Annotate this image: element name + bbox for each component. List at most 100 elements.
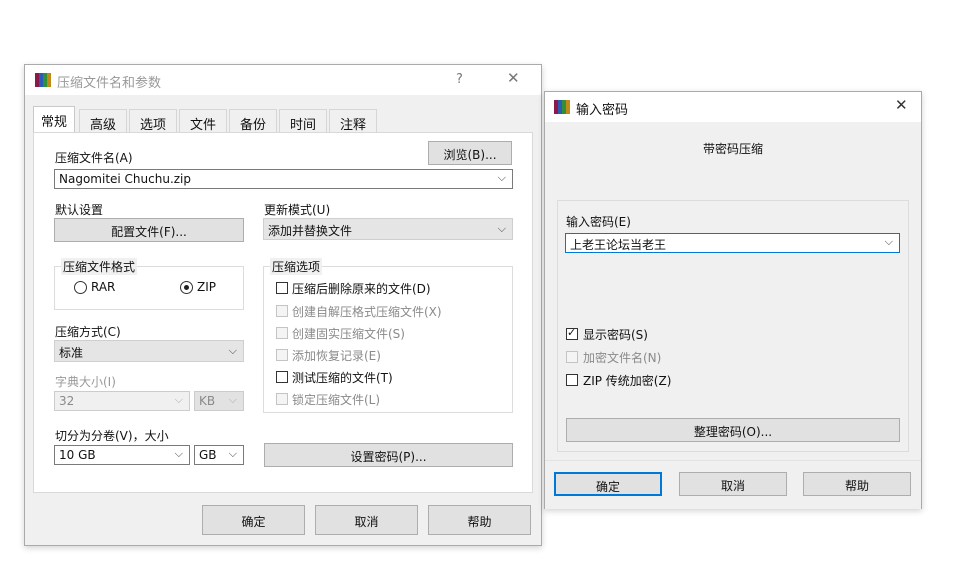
archive-format-label: 压缩文件格式 [61, 258, 138, 275]
archive-options-label: 压缩选项 [270, 258, 323, 275]
chevron-down-icon[interactable]: ⌵ [175, 393, 183, 407]
cancel-button[interactable]: 取消 [315, 505, 418, 535]
winrar-books-icon [554, 99, 570, 115]
archive-name-value: Nagomitei Chuchu.zip [59, 172, 192, 186]
organize-passwords-button[interactable]: 整理密码(O)... [566, 418, 900, 442]
chevron-down-icon[interactable]: ⌵ [498, 222, 506, 236]
update-mode-select[interactable]: 添加并替换文件 ⌵ [263, 218, 513, 240]
tab-general[interactable]: 常规 [33, 106, 75, 133]
help-icon[interactable]: ? [456, 72, 463, 87]
encrypt-filenames-label: 加密文件名(N) [583, 351, 662, 365]
chevron-down-icon[interactable]: ⌵ [229, 393, 237, 407]
archive-name-input[interactable]: Nagomitei Chuchu.zip ⌵ [54, 169, 513, 189]
compression-method-label: 压缩方式(C) [55, 325, 121, 339]
delete-after-label: 压缩后删除原来的文件(D) [292, 282, 431, 296]
checkmark-icon: ✓ [567, 326, 577, 339]
password-ok-button-label: 确定 [595, 480, 620, 494]
dictionary-unit-select[interactable]: KB ⌵ [194, 391, 244, 411]
chevron-down-icon[interactable]: ⌵ [175, 447, 183, 461]
profiles-button[interactable]: 配置文件(F)... [54, 218, 244, 242]
radio-selected-dot [184, 285, 189, 290]
tab-label: 常规 [40, 115, 67, 130]
help-button[interactable]: 帮助 [428, 505, 531, 535]
chevron-down-icon[interactable]: ⌵ [229, 447, 237, 461]
test-files-label: 测试压缩的文件(T) [292, 371, 393, 385]
tab-label: 文件 [189, 118, 216, 133]
split-size-input[interactable]: 10 GB ⌵ [54, 445, 190, 465]
chevron-down-icon[interactable]: ⌵ [885, 235, 893, 249]
winrar-books-icon [35, 72, 51, 88]
help-button-label: 帮助 [467, 515, 492, 529]
lock-archive-label: 锁定压缩文件(L) [292, 393, 381, 407]
zip-legacy-checkbox[interactable] [566, 374, 578, 386]
dictionary-size-value: 32 [59, 394, 75, 408]
profiles-button-label: 配置文件(F)... [111, 225, 187, 239]
tab-label: 时间 [289, 118, 316, 133]
enter-password-dialog: 输入密码 ✕ 带密码压缩 输入密码(E) 上老王论坛当老王 ⌵ ✓ 显示密码(S)… [544, 91, 922, 509]
archive-name-label: 压缩文件名(A) [55, 151, 133, 165]
browse-button-label: 浏览(B)... [443, 148, 497, 162]
radio-zip-label: ZIP [197, 280, 216, 294]
password-label: 输入密码(E) [566, 215, 631, 229]
dialog-titlebar[interactable]: 压缩文件名和参数 ? ✕ [25, 65, 541, 95]
tab-comment[interactable]: 注释 [329, 109, 377, 133]
dialog-titlebar[interactable]: 输入密码 ✕ [545, 92, 921, 122]
radio-rar[interactable] [74, 281, 87, 294]
dialog-title: 输入密码 [576, 103, 629, 118]
dictionary-unit-value: KB [199, 394, 216, 408]
compression-method-select[interactable]: 标准 ⌵ [54, 340, 244, 362]
dictionary-size-select[interactable]: 32 ⌵ [54, 391, 190, 411]
tab-time[interactable]: 时间 [279, 109, 327, 133]
radio-rar-label: RAR [91, 280, 116, 294]
chevron-down-icon[interactable]: ⌵ [229, 344, 237, 358]
recovery-record-label: 添加恢复记录(E) [292, 349, 381, 363]
sfx-label: 创建自解压格式压缩文件(X) [292, 305, 442, 319]
tab-label: 高级 [89, 118, 116, 133]
sfx-checkbox[interactable] [276, 305, 288, 317]
solid-label: 创建固实压缩文件(S) [292, 327, 405, 341]
split-volumes-label: 切分为分卷(V)，大小 [55, 429, 169, 443]
set-password-button-label: 设置密码(P)... [350, 450, 427, 464]
tab-backup[interactable]: 备份 [229, 109, 277, 133]
cancel-button-label: 取消 [354, 515, 379, 529]
delete-after-checkbox[interactable] [276, 282, 288, 294]
chevron-down-icon[interactable]: ⌵ [498, 171, 506, 185]
ok-button-label: 确定 [241, 515, 266, 529]
password-cancel-button-label: 取消 [720, 479, 745, 493]
zip-legacy-label: ZIP 传统加密(Z) [583, 374, 672, 388]
radio-zip[interactable] [180, 281, 193, 294]
close-icon[interactable]: ✕ [895, 96, 908, 114]
password-cancel-button[interactable]: 取消 [679, 472, 787, 496]
set-password-button[interactable]: 设置密码(P)... [264, 443, 513, 467]
dialog-subtitle: 带密码压缩 [702, 142, 763, 156]
password-value: 上老王论坛当老王 [570, 238, 667, 252]
split-unit-value: GB [199, 448, 217, 462]
password-ok-button[interactable]: 确定 [554, 472, 662, 496]
tab-options[interactable]: 选项 [129, 109, 177, 133]
tab-advanced[interactable]: 高级 [79, 109, 127, 133]
test-files-checkbox[interactable] [276, 371, 288, 383]
compression-method-value: 标准 [59, 346, 84, 360]
tab-label: 注释 [339, 118, 366, 133]
ok-button[interactable]: 确定 [202, 505, 305, 535]
encrypt-filenames-checkbox[interactable] [566, 351, 578, 363]
update-mode-value: 添加并替换文件 [268, 224, 353, 238]
archive-options-dialog: 压缩文件名和参数 ? ✕ 常规 高级 选项 文件 备份 时间 注释 压缩文件名(… [24, 64, 542, 546]
update-mode-label: 更新模式(U) [264, 203, 331, 217]
dictionary-size-label: 字典大小(I) [55, 375, 116, 389]
close-icon[interactable]: ✕ [507, 69, 520, 87]
default-settings-label: 默认设置 [55, 203, 104, 217]
tab-files[interactable]: 文件 [179, 109, 227, 133]
password-input[interactable]: 上老王论坛当老王 ⌵ [565, 233, 900, 253]
show-password-checkbox[interactable]: ✓ [566, 326, 578, 340]
lock-archive-checkbox[interactable] [276, 393, 288, 405]
split-unit-select[interactable]: GB ⌵ [194, 445, 244, 465]
recovery-record-checkbox[interactable] [276, 349, 288, 361]
split-size-value: 10 GB [59, 448, 96, 462]
password-help-button-label: 帮助 [844, 479, 869, 493]
solid-checkbox[interactable] [276, 327, 288, 339]
tab-label: 备份 [239, 118, 266, 133]
password-help-button[interactable]: 帮助 [803, 472, 911, 496]
browse-button[interactable]: 浏览(B)... [428, 141, 512, 165]
show-password-label: 显示密码(S) [583, 328, 648, 342]
